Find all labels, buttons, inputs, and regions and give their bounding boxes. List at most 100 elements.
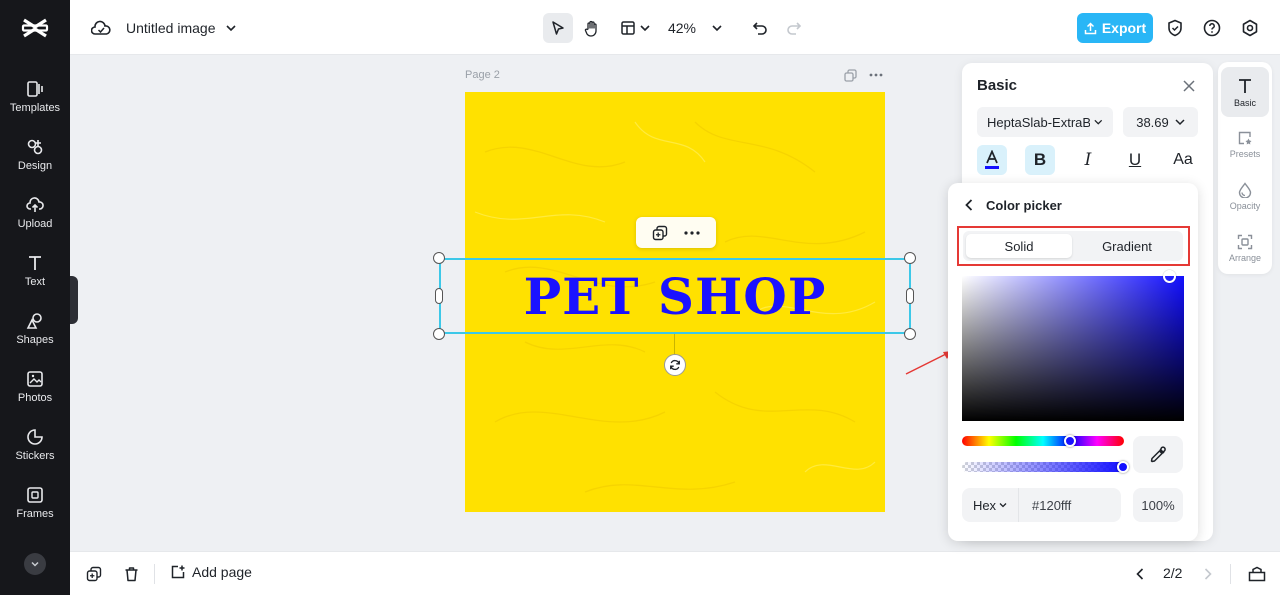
cloud-save-icon[interactable]: [90, 17, 112, 39]
alpha-knob[interactable]: [1117, 461, 1129, 473]
rotate-handle[interactable]: [664, 354, 686, 376]
headline-text[interactable]: PET SHOP: [465, 262, 885, 330]
layout-menu-button[interactable]: [617, 13, 653, 43]
prev-page-button[interactable]: [1130, 564, 1150, 584]
capcut-logo[interactable]: [21, 16, 49, 40]
italic-button[interactable]: I: [1073, 145, 1103, 175]
sidebar-item-text[interactable]: Text: [0, 254, 70, 304]
frames-icon: [27, 487, 43, 503]
duplicate-element-button[interactable]: [652, 225, 668, 241]
hue-slider[interactable]: [962, 436, 1124, 446]
divider: [1230, 564, 1231, 584]
text-icon: [29, 256, 41, 270]
sidebar-item-label: Templates: [9, 102, 61, 114]
sidebar-item-photos[interactable]: Photos: [0, 370, 70, 420]
stickers-icon: [27, 429, 43, 445]
back-button[interactable]: [962, 197, 976, 213]
add-page-button[interactable]: Add page: [170, 564, 252, 580]
sidebar-item-label: Design: [17, 160, 53, 172]
text-case-button[interactable]: Aa: [1168, 145, 1198, 175]
resize-handle-bottom-right[interactable]: [904, 328, 916, 340]
sidebar-expand-button[interactable]: [24, 553, 46, 575]
text-color-icon: [985, 150, 999, 169]
eyedropper-button[interactable]: [1133, 436, 1183, 473]
resize-handle-right[interactable]: [906, 288, 914, 304]
sidebar-item-label: Stickers: [15, 450, 55, 462]
duplicate-page-button[interactable]: [842, 67, 858, 83]
undo-button[interactable]: [748, 13, 772, 43]
document-title-text: Untitled image: [126, 20, 216, 36]
rail-item-label: Opacity: [1229, 200, 1261, 211]
resize-handle-top-right[interactable]: [904, 252, 916, 264]
sidebar-item-templates[interactable]: Templates: [0, 80, 70, 130]
more-icon: [869, 73, 883, 77]
templates-icon: [27, 81, 43, 97]
shield-button[interactable]: [1164, 17, 1186, 39]
sidebar-item-label: Frames: [16, 508, 54, 520]
next-page-button[interactable]: [1198, 564, 1218, 584]
saturation-value-area[interactable]: [962, 276, 1184, 421]
layout-icon: [621, 21, 635, 35]
sidebar-item-design[interactable]: Design: [0, 138, 70, 188]
help-button[interactable]: [1201, 17, 1223, 39]
select-tool-button[interactable]: [543, 13, 573, 43]
rotate-connector: [674, 334, 675, 354]
sidebar-item-shapes[interactable]: Shapes: [0, 312, 70, 362]
add-page-icon: [171, 565, 185, 579]
hex-input[interactable]: #120fff: [1019, 498, 1071, 513]
zoom-control[interactable]: 42%: [666, 13, 724, 43]
font-family-select[interactable]: HeptaSlab-ExtraBold: [977, 107, 1113, 137]
chevron-down-icon: [1175, 119, 1185, 126]
redo-button[interactable]: [782, 13, 806, 43]
pages-icon: [1248, 566, 1266, 582]
rail-item-presets[interactable]: Presets: [1221, 119, 1269, 169]
sidebar-item-stickers[interactable]: Stickers: [0, 428, 70, 478]
photos-icon: [27, 371, 43, 387]
undo-icon: [752, 22, 767, 35]
delete-page-button[interactable]: [121, 564, 141, 584]
hue-knob[interactable]: [1064, 435, 1076, 447]
page-manager-button[interactable]: [1246, 564, 1268, 584]
resize-handle-top-left[interactable]: [433, 252, 445, 264]
cursor-icon: [552, 21, 564, 35]
rail-item-arrange[interactable]: Arrange: [1221, 223, 1269, 273]
opacity-icon: [1238, 181, 1252, 198]
element-more-button[interactable]: [684, 230, 700, 235]
sidebar-item-upload[interactable]: Upload: [0, 196, 70, 246]
duplicate-page-bottom-button[interactable]: [84, 564, 104, 584]
design-icon: [27, 139, 43, 155]
alpha-slider[interactable]: [962, 462, 1124, 472]
hex-input-group: Hex #120fff: [962, 488, 1121, 522]
chevron-left-icon: [965, 199, 973, 211]
bold-button[interactable]: B: [1025, 145, 1055, 175]
redo-icon: [787, 22, 802, 35]
opacity-input[interactable]: 100%: [1133, 488, 1183, 522]
rail-item-opacity[interactable]: Opacity: [1221, 171, 1269, 221]
chevron-down-icon: [712, 25, 722, 32]
shapes-icon: [26, 313, 42, 329]
rail-item-label: Presets: [1229, 148, 1261, 159]
underline-button[interactable]: U: [1120, 145, 1150, 175]
sidebar-collapse-handle[interactable]: [70, 276, 78, 324]
sidebar-item-frames[interactable]: Frames: [0, 486, 70, 536]
hand-tool-button[interactable]: [577, 13, 607, 43]
resize-handle-left[interactable]: [435, 288, 443, 304]
export-button[interactable]: Export: [1077, 13, 1153, 43]
chevron-down-icon: [225, 25, 236, 32]
color-mode-value: Hex: [972, 497, 997, 513]
document-title[interactable]: Untitled image: [126, 17, 236, 39]
saturation-knob[interactable]: [1163, 270, 1176, 283]
page-more-button[interactable]: [866, 67, 886, 83]
settings-button[interactable]: [1239, 17, 1261, 39]
chevron-down-icon: [1094, 119, 1103, 125]
rail-item-basic[interactable]: Basic: [1221, 67, 1269, 117]
rotate-icon: [670, 359, 680, 371]
color-mode-select[interactable]: Hex: [962, 488, 1019, 522]
text-color-button[interactable]: [977, 145, 1007, 175]
gear-icon: [1242, 19, 1258, 37]
close-panel-button[interactable]: [1180, 77, 1198, 95]
trash-icon: [125, 567, 137, 582]
font-size-select[interactable]: 38.69: [1123, 107, 1198, 137]
resize-handle-bottom-left[interactable]: [433, 328, 445, 340]
chevron-right-icon: [1204, 568, 1212, 580]
